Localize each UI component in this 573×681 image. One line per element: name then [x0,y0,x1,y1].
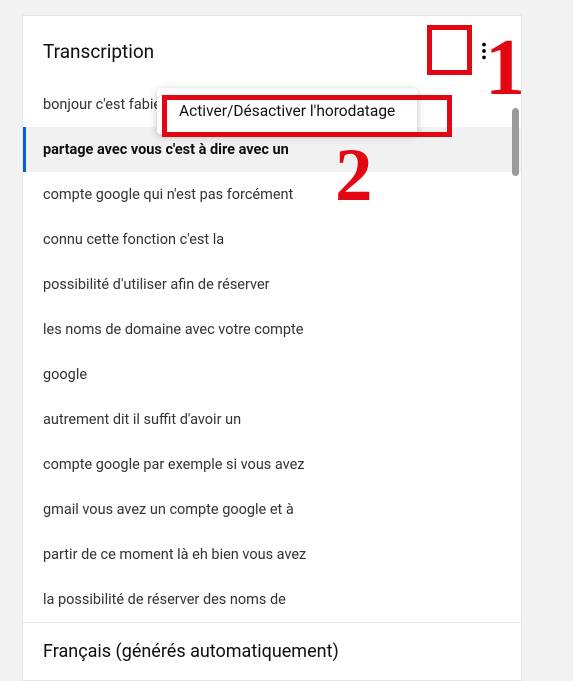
transcript-line[interactable]: compte google qui n'est pas forcément [23,172,521,217]
transcript-lines: bonjour c'est fabien de web and seo etpa… [23,82,521,622]
scrollbar-thumb[interactable] [512,108,519,176]
transcript-line[interactable]: possibilité d'utiliser afin de réserver [23,262,521,307]
more-options-menu: Activer/Désactiver l'horodatage [157,88,417,134]
transcript-line[interactable]: connu cette fonction c'est la [23,217,521,262]
language-selector[interactable]: Français (générés automatiquement) [23,622,521,680]
transcript-line[interactable]: google [23,352,521,397]
transcript-line[interactable]: gmail vous avez un compte google et à [23,487,521,532]
transcript-line[interactable]: la possibilité de réserver des noms de [23,577,521,622]
transcript-line[interactable]: compte google par exemple si vous avez [23,442,521,487]
more-options-button[interactable] [465,32,503,70]
transcript-line[interactable]: partir de ce moment là eh bien vous avez [23,532,521,577]
panel-title: Transcription [43,40,154,63]
toggle-timestamps-item[interactable]: Activer/Désactiver l'horodatage [157,88,417,134]
transcript-line[interactable]: les noms de domaine avec votre compte [23,307,521,352]
panel-header: Transcription [23,16,521,82]
more-vert-icon [473,40,495,62]
transcript-line[interactable]: autrement dit il suffit d'avoir un [23,397,521,442]
